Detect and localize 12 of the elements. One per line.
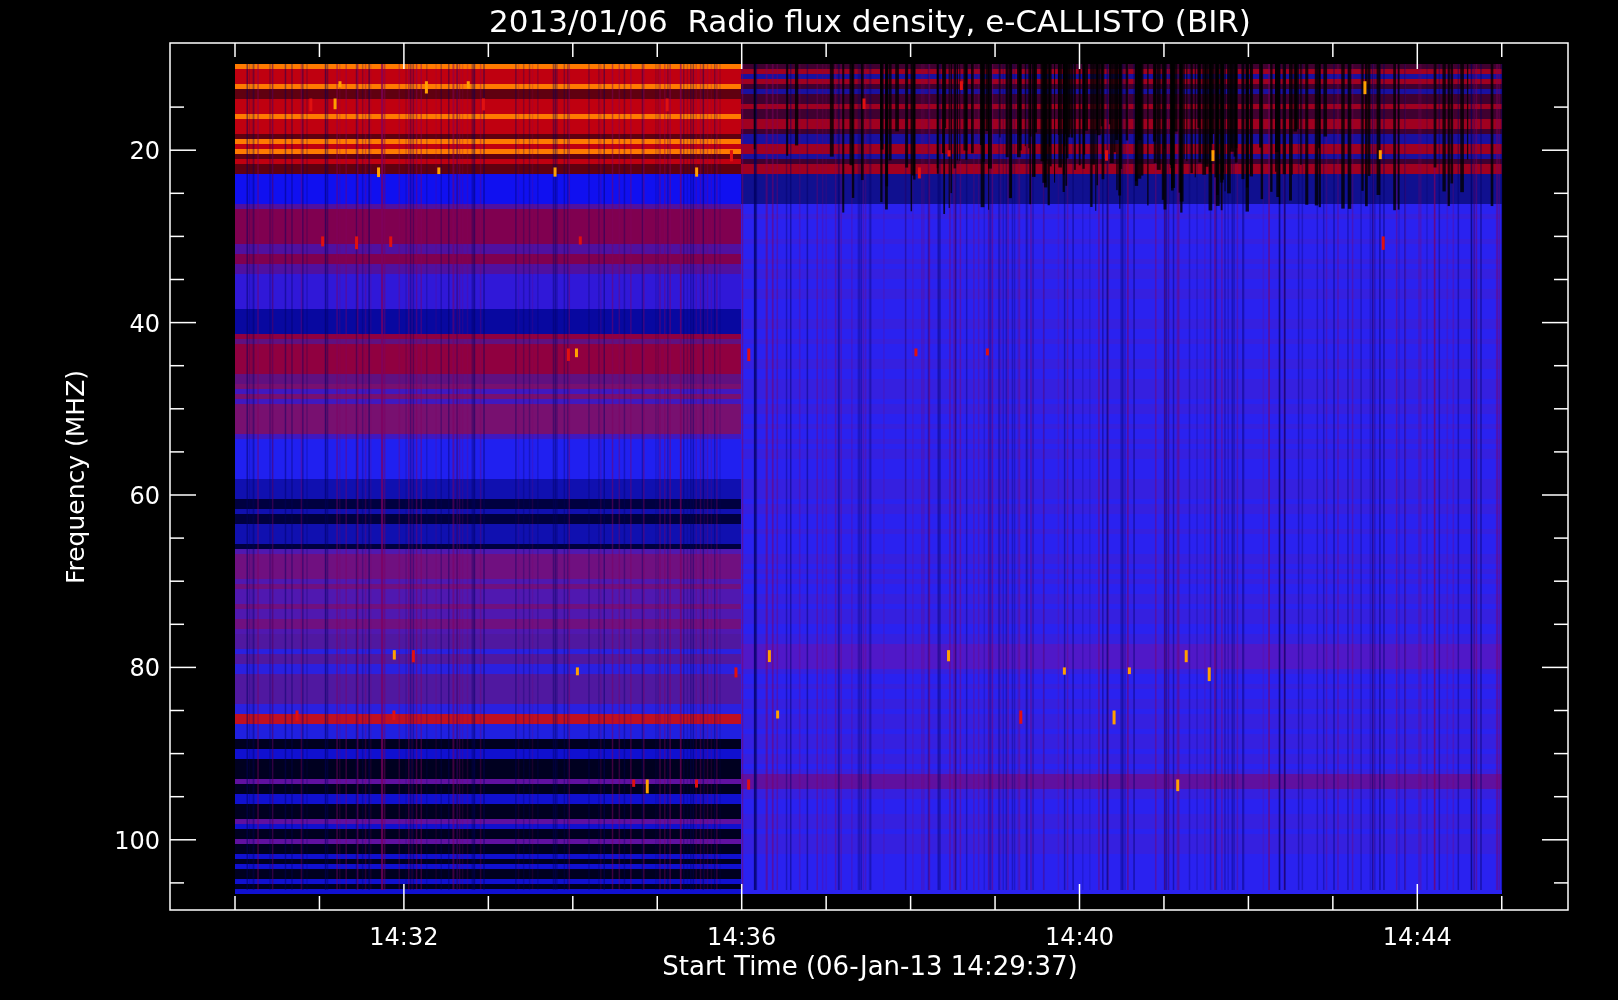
tick-label: 14:40 xyxy=(1044,923,1115,951)
tick-label: 14:32 xyxy=(369,923,439,951)
chart-title: 2013/01/06 Radio flux density, e-CALLISTO (BIR) xyxy=(489,3,1251,39)
tick-label: 80 xyxy=(129,654,160,683)
tick-label: 100 xyxy=(114,826,160,855)
axis-title: Start Time (06-Jan-13 14:29:37) xyxy=(662,951,1078,981)
tick-label: 40 xyxy=(129,309,160,338)
tick-label: 20 xyxy=(129,137,160,166)
tick-label: 60 xyxy=(129,482,160,510)
tick-label: 14:44 xyxy=(1382,923,1452,951)
tick-label: 14:36 xyxy=(707,923,777,951)
axis-title: Frequency (MHZ) xyxy=(61,369,90,585)
